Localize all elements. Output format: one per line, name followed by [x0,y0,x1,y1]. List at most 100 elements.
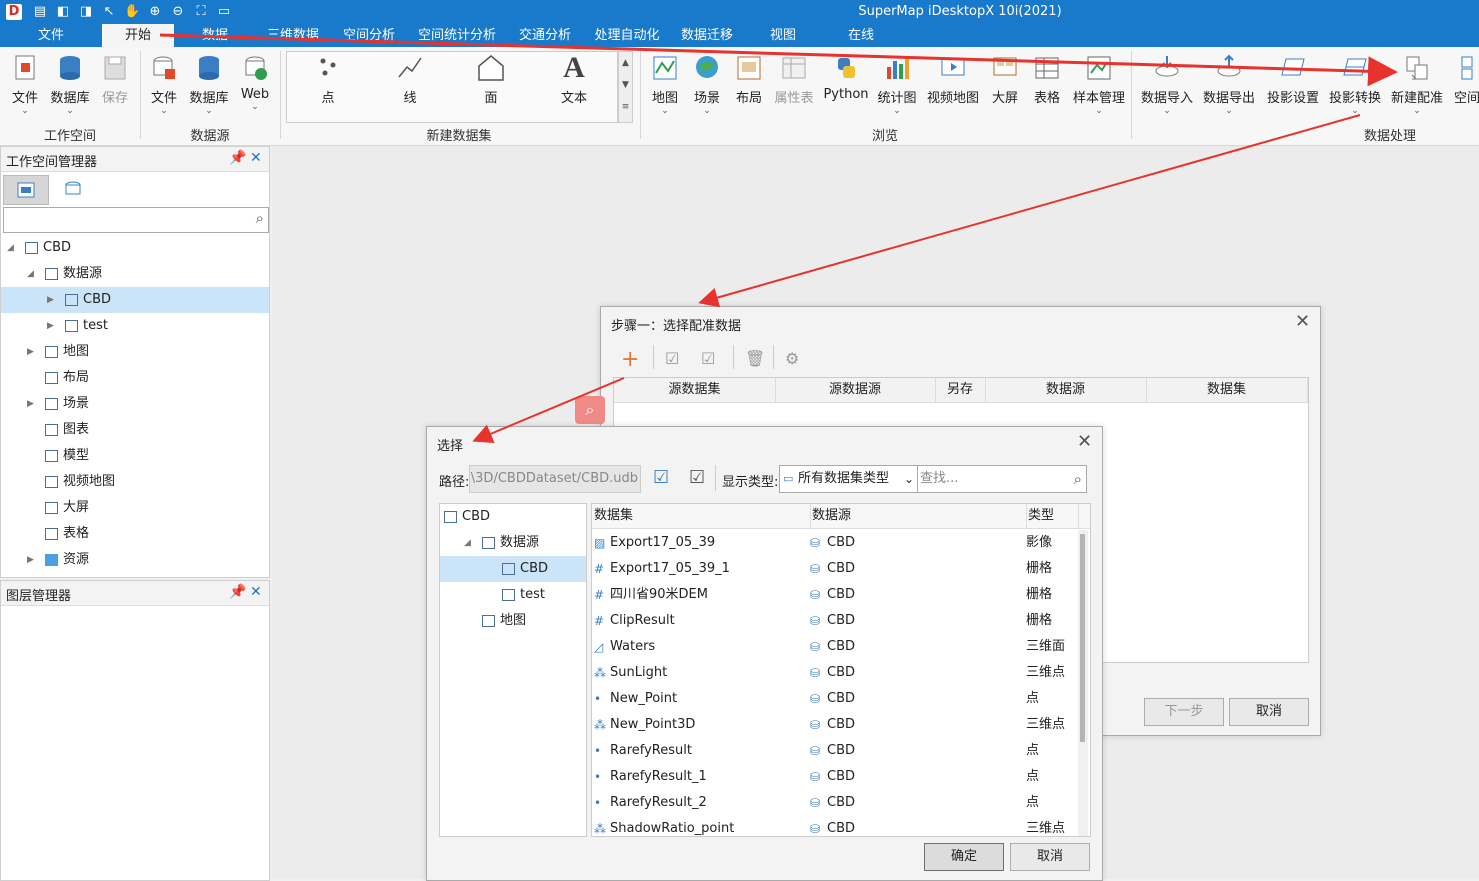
settings-gear-icon[interactable]: ⚙ [785,349,799,368]
tree-node[interactable]: ◢ 数据源 [1,261,269,287]
gallery-scroll[interactable]: ▲ ▼ ≡ [618,51,633,123]
tab-data[interactable]: 数据 [192,24,238,47]
close-icon[interactable]: ✕ [1077,431,1092,452]
ok-button[interactable]: 确定 [924,843,1004,871]
next-step-button[interactable]: 下一步 [1144,698,1224,726]
workspace-save-button[interactable]: 保存 [92,49,138,121]
tab-start[interactable]: 开始 [102,24,174,47]
tree-node[interactable]: ▶ 地图 [1,339,269,365]
tree-node[interactable]: 图表 [1,417,269,443]
workspace-search-input[interactable]: ⌕ [3,207,269,233]
tree-expander-icon[interactable]: ▶ [47,287,54,313]
tree-expander-icon[interactable]: ▶ [47,313,54,339]
data-export-button[interactable]: 数据导出 ⌄ [1200,49,1258,121]
tree-node[interactable]: ▶ CBD [1,287,269,313]
tree-node[interactable]: test [440,582,586,608]
tab-view[interactable]: 视图 [760,24,806,47]
workspace-file-button[interactable]: 文件 ⌄ [2,49,48,121]
tree-expander-icon[interactable]: ◢ [7,235,14,261]
close-icon[interactable]: ✕ [1295,311,1310,332]
add-icon[interactable]: + [621,347,639,372]
browse-video-map-button[interactable]: 视频地图 [926,49,980,121]
pan-hand-icon[interactable]: ✋ [124,4,140,20]
projection-settings-button[interactable]: 投影设置 [1264,49,1322,121]
browse-table-button[interactable]: 表格 [1024,49,1070,121]
workspace-database-button[interactable]: 数据库 ⌄ [47,49,93,121]
folder-icon[interactable]: ▭ [216,4,232,20]
table-row[interactable]: # 四川省90米DEM ⛁ CBD 栅格 [592,582,1078,608]
open-icon[interactable]: ◧ [55,4,71,20]
table-row[interactable]: ▨ Export17_05_39 ⛁ CBD 影像 [592,530,1078,556]
table-row[interactable]: ⁂ SunLight ⛁ CBD 三维点 [592,660,1078,686]
cancel-button[interactable]: 取消 [1010,843,1090,871]
new-registration-button[interactable]: 新建配准 ⌄ [1388,49,1446,121]
save-icon[interactable]: ◨ [78,4,94,20]
tree-node[interactable]: CBD [440,504,586,530]
dataset-type-select[interactable]: ▭ 所有数据集类型 ⌄ [779,465,919,493]
column-header[interactable]: 源数据源 [775,378,936,402]
column-header[interactable]: 数据源 [810,504,1027,528]
tab-cloud-resources[interactable] [53,175,93,203]
magnifier-icon[interactable]: ⌕ [575,396,605,424]
tree-expander-icon[interactable]: ▶ [27,547,34,573]
new-point-dataset-button[interactable]: 点 [305,49,351,121]
tree-expander-icon[interactable]: ▶ [27,339,34,365]
tree-expander-icon[interactable]: ▶ [27,391,34,417]
invert-select-icon[interactable]: ☑ [701,349,715,368]
tree-node[interactable]: 布局 [1,365,269,391]
column-header[interactable]: 源数据集 [614,378,776,402]
table-row[interactable]: • New_Point ⛁ CBD 点 [592,686,1078,712]
browse-sample-management-button[interactable]: 样本管理 ⌄ [1070,49,1128,121]
projection-transform-button[interactable]: 投影转换 ⌄ [1326,49,1384,121]
tree-node[interactable]: 大屏 [1,495,269,521]
browse-scene-button[interactable]: 场景 ⌄ [684,49,730,121]
tree-node[interactable]: ▶ test [1,313,269,339]
close-icon[interactable]: ✕ [250,584,262,600]
table-row[interactable]: ◿ Waters ⛁ CBD 三维面 [592,634,1078,660]
tab-data-migration[interactable]: 数据迁移 [674,24,740,47]
table-row[interactable]: • RarefyResult_2 ⛁ CBD 点 [592,790,1078,816]
column-header[interactable]: 数据集 [592,504,811,528]
tab-spatial-statistics[interactable]: 空间统计分析 [410,24,504,47]
tree-node[interactable]: ▶ 场景 [1,391,269,417]
tab-workspace-tree[interactable] [3,175,49,205]
scrollbar[interactable] [1078,530,1088,836]
cancel-button[interactable]: 取消 [1229,698,1309,726]
tab-online[interactable]: 在线 [838,24,884,47]
close-icon[interactable]: ✕ [250,150,262,166]
datasource-file-button[interactable]: 文件 ⌄ [141,49,187,121]
table-row[interactable]: ⁂ ShadowRatio_point ⛁ CBD 三维点 [592,816,1078,836]
data-import-button[interactable]: 数据导入 ⌄ [1138,49,1196,121]
table-row[interactable]: # ClipResult ⛁ CBD 栅格 [592,608,1078,634]
column-header[interactable]: 类型 [1026,504,1079,528]
tree-node[interactable]: ◢ 数据源 [440,530,586,556]
new-region-dataset-button[interactable]: 面 [468,49,514,121]
table-row[interactable]: • RarefyResult_1 ⛁ CBD 点 [592,764,1078,790]
tree-node[interactable]: 模型 [1,443,269,469]
tab-3d-data[interactable]: 三维数据 [258,24,328,47]
delete-icon[interactable]: 🗑 [745,349,765,368]
table-row[interactable]: ⁂ New_Point3D ⛁ CBD 三维点 [592,712,1078,738]
select-cursor-icon[interactable]: ↖ [101,4,117,20]
tab-spatial-analysis[interactable]: 空间分析 [336,24,402,47]
new-text-dataset-button[interactable]: A 文本 [551,49,597,121]
datasource-database-button[interactable]: 数据库 ⌄ [186,49,232,121]
tab-process-automation[interactable]: 处理自动化 [588,24,666,47]
zoom-out-icon[interactable]: ⊖ [170,4,186,20]
browse-python-button[interactable]: Python [822,49,870,121]
path-field[interactable]: \3D/CBDDataset/CBD.udb [469,465,641,493]
scrollbar-thumb[interactable] [1080,534,1085,742]
tree-node[interactable]: CBD [440,556,586,582]
browse-layout-button[interactable]: 布局 [726,49,772,121]
browse-chart-button[interactable]: 统计图 ⌄ [874,49,920,121]
dataset-search-input[interactable]: 查找... ⌕ [917,465,1087,493]
datasource-web-button[interactable]: Web ⌄ [232,49,278,121]
browse-big-screen-button[interactable]: 大屏 [982,49,1028,121]
zoom-in-icon[interactable]: ⊕ [147,4,163,20]
browse-attribute-table-button[interactable]: 属性表 [771,49,817,121]
tree-node[interactable]: 表格 [1,521,269,547]
column-header[interactable]: 另存 [935,378,986,402]
tree-node[interactable]: ▶ 资源 [1,547,269,573]
tree-node[interactable]: ◢ CBD [1,235,269,261]
tree-node[interactable]: 地图 [440,608,586,634]
